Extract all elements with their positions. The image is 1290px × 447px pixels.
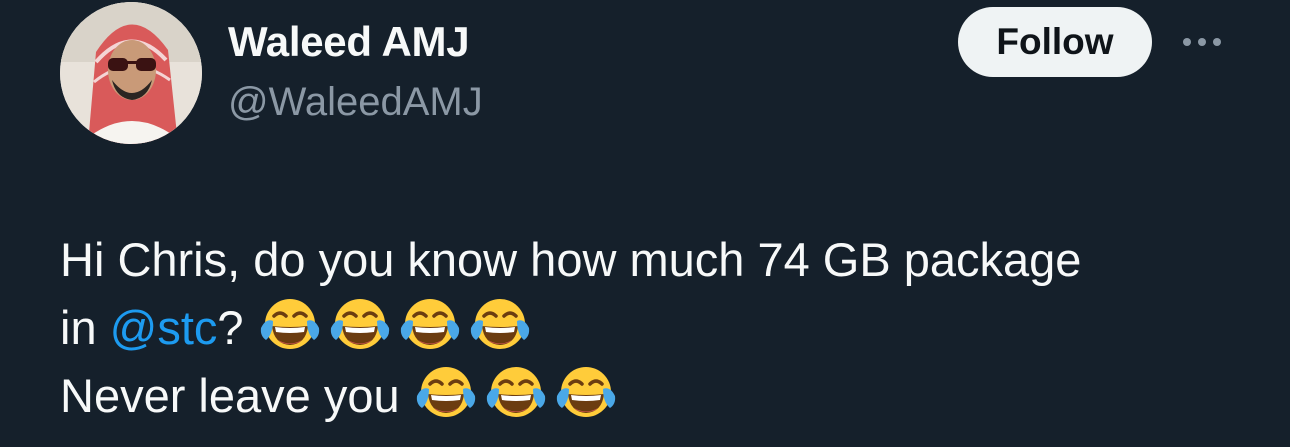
face-with-tears-of-joy-icon bbox=[400, 299, 459, 349]
more-dot-icon bbox=[1198, 38, 1206, 46]
avatar-photo bbox=[60, 2, 202, 144]
tweet-line-text: Hi Chris, do you know how much 74 GB pac… bbox=[60, 233, 1082, 286]
tweet-line-text: Never leave you bbox=[60, 369, 400, 422]
face-with-tears-of-joy-icon bbox=[260, 299, 319, 349]
avatar[interactable] bbox=[60, 2, 202, 144]
tweet-line: Hi Chris, do you know how much 74 GB pac… bbox=[60, 226, 1270, 294]
tweet-line-text: in bbox=[60, 301, 110, 354]
more-dot-icon bbox=[1183, 38, 1191, 46]
face-with-tears-of-joy-icon bbox=[556, 367, 615, 417]
face-with-tears-of-joy-icon bbox=[330, 299, 389, 349]
emoji-group bbox=[400, 367, 618, 422]
face-with-tears-of-joy-icon bbox=[486, 367, 545, 417]
tweet-text: Hi Chris, do you know how much 74 GB pac… bbox=[60, 226, 1270, 430]
tweet-card: Waleed AMJ @WaleedAMJ Follow Hi Chris, d… bbox=[0, 0, 1290, 447]
face-with-tears-of-joy-icon bbox=[416, 367, 475, 417]
tweet-line: Never leave you bbox=[60, 362, 1270, 430]
emoji-group bbox=[244, 299, 532, 354]
follow-button[interactable]: Follow bbox=[958, 7, 1152, 77]
tweet-line-text: ? bbox=[217, 301, 244, 354]
author-display-name[interactable]: Waleed AMJ bbox=[228, 18, 470, 66]
face-with-tears-of-joy-icon bbox=[470, 299, 529, 349]
mention-link[interactable]: @stc bbox=[110, 301, 218, 354]
more-options-button[interactable] bbox=[1176, 24, 1228, 60]
more-dot-icon bbox=[1213, 38, 1221, 46]
author-handle[interactable]: @WaleedAMJ bbox=[228, 80, 483, 125]
tweet-line: in @stc? bbox=[60, 294, 1270, 362]
